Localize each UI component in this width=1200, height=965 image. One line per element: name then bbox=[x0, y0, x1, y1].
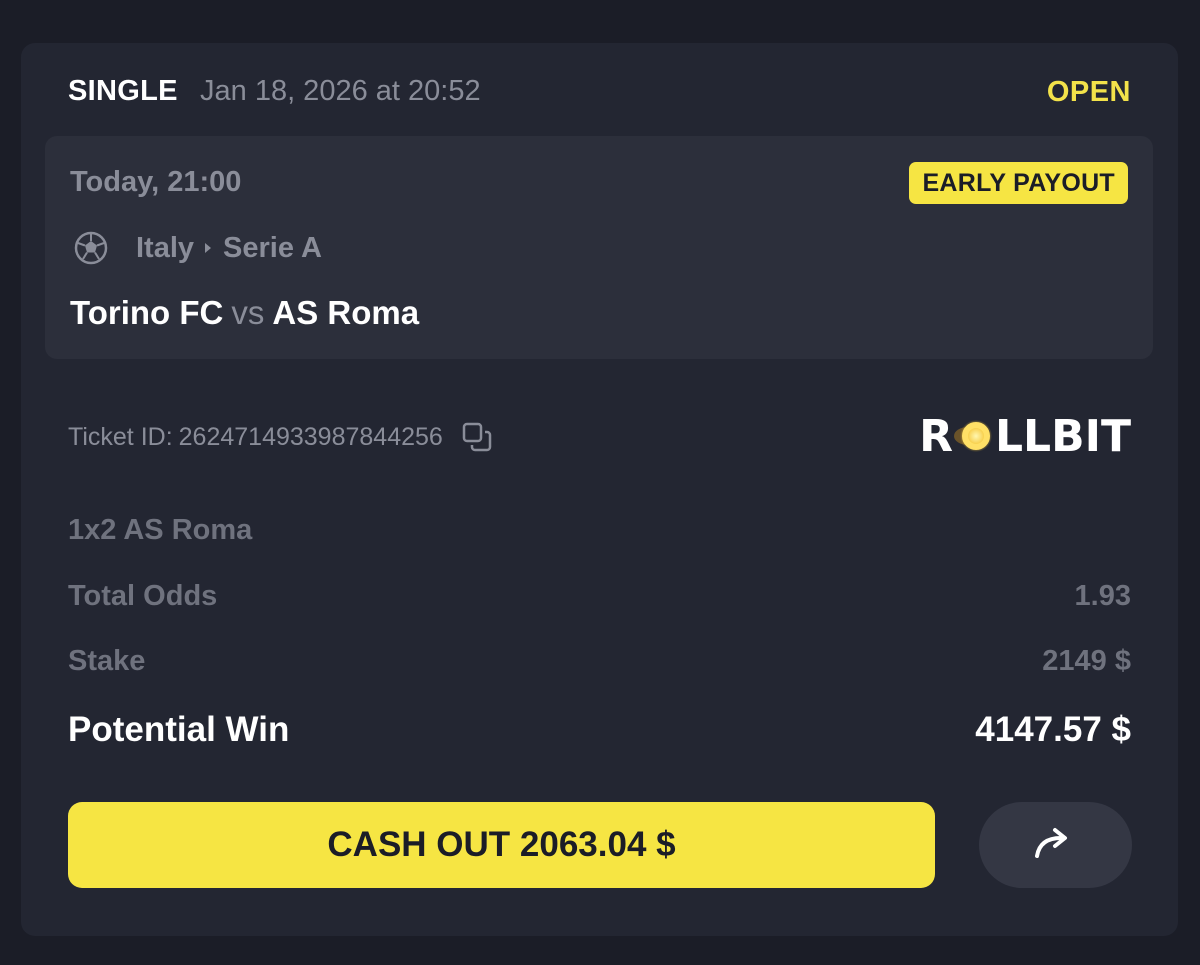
league-breadcrumb: Italy Serie A bbox=[74, 231, 322, 265]
stake-label: Stake bbox=[68, 645, 146, 677]
stake-row: Stake 2149 $ bbox=[68, 645, 1131, 685]
odds-value: 1.93 bbox=[1074, 580, 1131, 612]
bet-header: SINGLE Jan 18, 2026 at 20:52 OPEN bbox=[68, 73, 1131, 113]
caret-right-icon bbox=[205, 243, 212, 253]
logo-text-right: LLBIT bbox=[995, 410, 1131, 462]
odds-label: Total Odds bbox=[68, 580, 218, 612]
potential-win-row: Potential Win 4147.57 $ bbox=[68, 710, 1131, 750]
share-arrow-icon bbox=[1033, 826, 1079, 865]
potential-win-label: Potential Win bbox=[68, 710, 290, 749]
event-panel[interactable]: Today, 21:00 EARLY PAYOUT Italy Serie A … bbox=[45, 136, 1153, 359]
stake-value: 2149 $ bbox=[1042, 645, 1131, 677]
ticket-label: Ticket ID: bbox=[68, 422, 173, 451]
status-badge: OPEN bbox=[1046, 76, 1131, 108]
bet-type: SINGLE bbox=[68, 75, 178, 107]
rollbit-logo: R LLBIT bbox=[919, 410, 1131, 462]
league-country[interactable]: Italy bbox=[136, 232, 194, 265]
odds-row: Total Odds 1.93 bbox=[68, 580, 1131, 620]
ticket-id: 2624714933987844256 bbox=[178, 422, 443, 451]
share-button[interactable] bbox=[979, 802, 1132, 888]
vs-label: vs bbox=[231, 294, 265, 331]
bet-date: Jan 18, 2026 at 20:52 bbox=[200, 75, 481, 107]
league-name[interactable]: Serie A bbox=[223, 232, 322, 265]
away-team: AS Roma bbox=[272, 294, 420, 331]
copy-icon[interactable] bbox=[461, 421, 493, 453]
selection-row: 1x2 AS Roma bbox=[68, 514, 1131, 554]
bet-card: SINGLE Jan 18, 2026 at 20:52 OPEN Today,… bbox=[21, 43, 1178, 936]
match-title: Torino FC vs AS Roma bbox=[70, 294, 419, 332]
selection-label: 1x2 AS Roma bbox=[68, 514, 253, 546]
ticket-row: Ticket ID: 2624714933987844256 bbox=[68, 421, 493, 453]
logo-flame-o-icon bbox=[954, 416, 994, 456]
event-time: Today, 21:00 bbox=[70, 166, 242, 198]
logo-text-left: R bbox=[919, 410, 953, 462]
home-team: Torino FC bbox=[70, 294, 224, 331]
cash-out-button[interactable]: CASH OUT 2063.04 $ bbox=[68, 802, 935, 888]
soccer-ball-icon bbox=[74, 231, 108, 265]
early-payout-badge: EARLY PAYOUT bbox=[909, 162, 1128, 204]
potential-win-value: 4147.57 $ bbox=[975, 710, 1131, 749]
